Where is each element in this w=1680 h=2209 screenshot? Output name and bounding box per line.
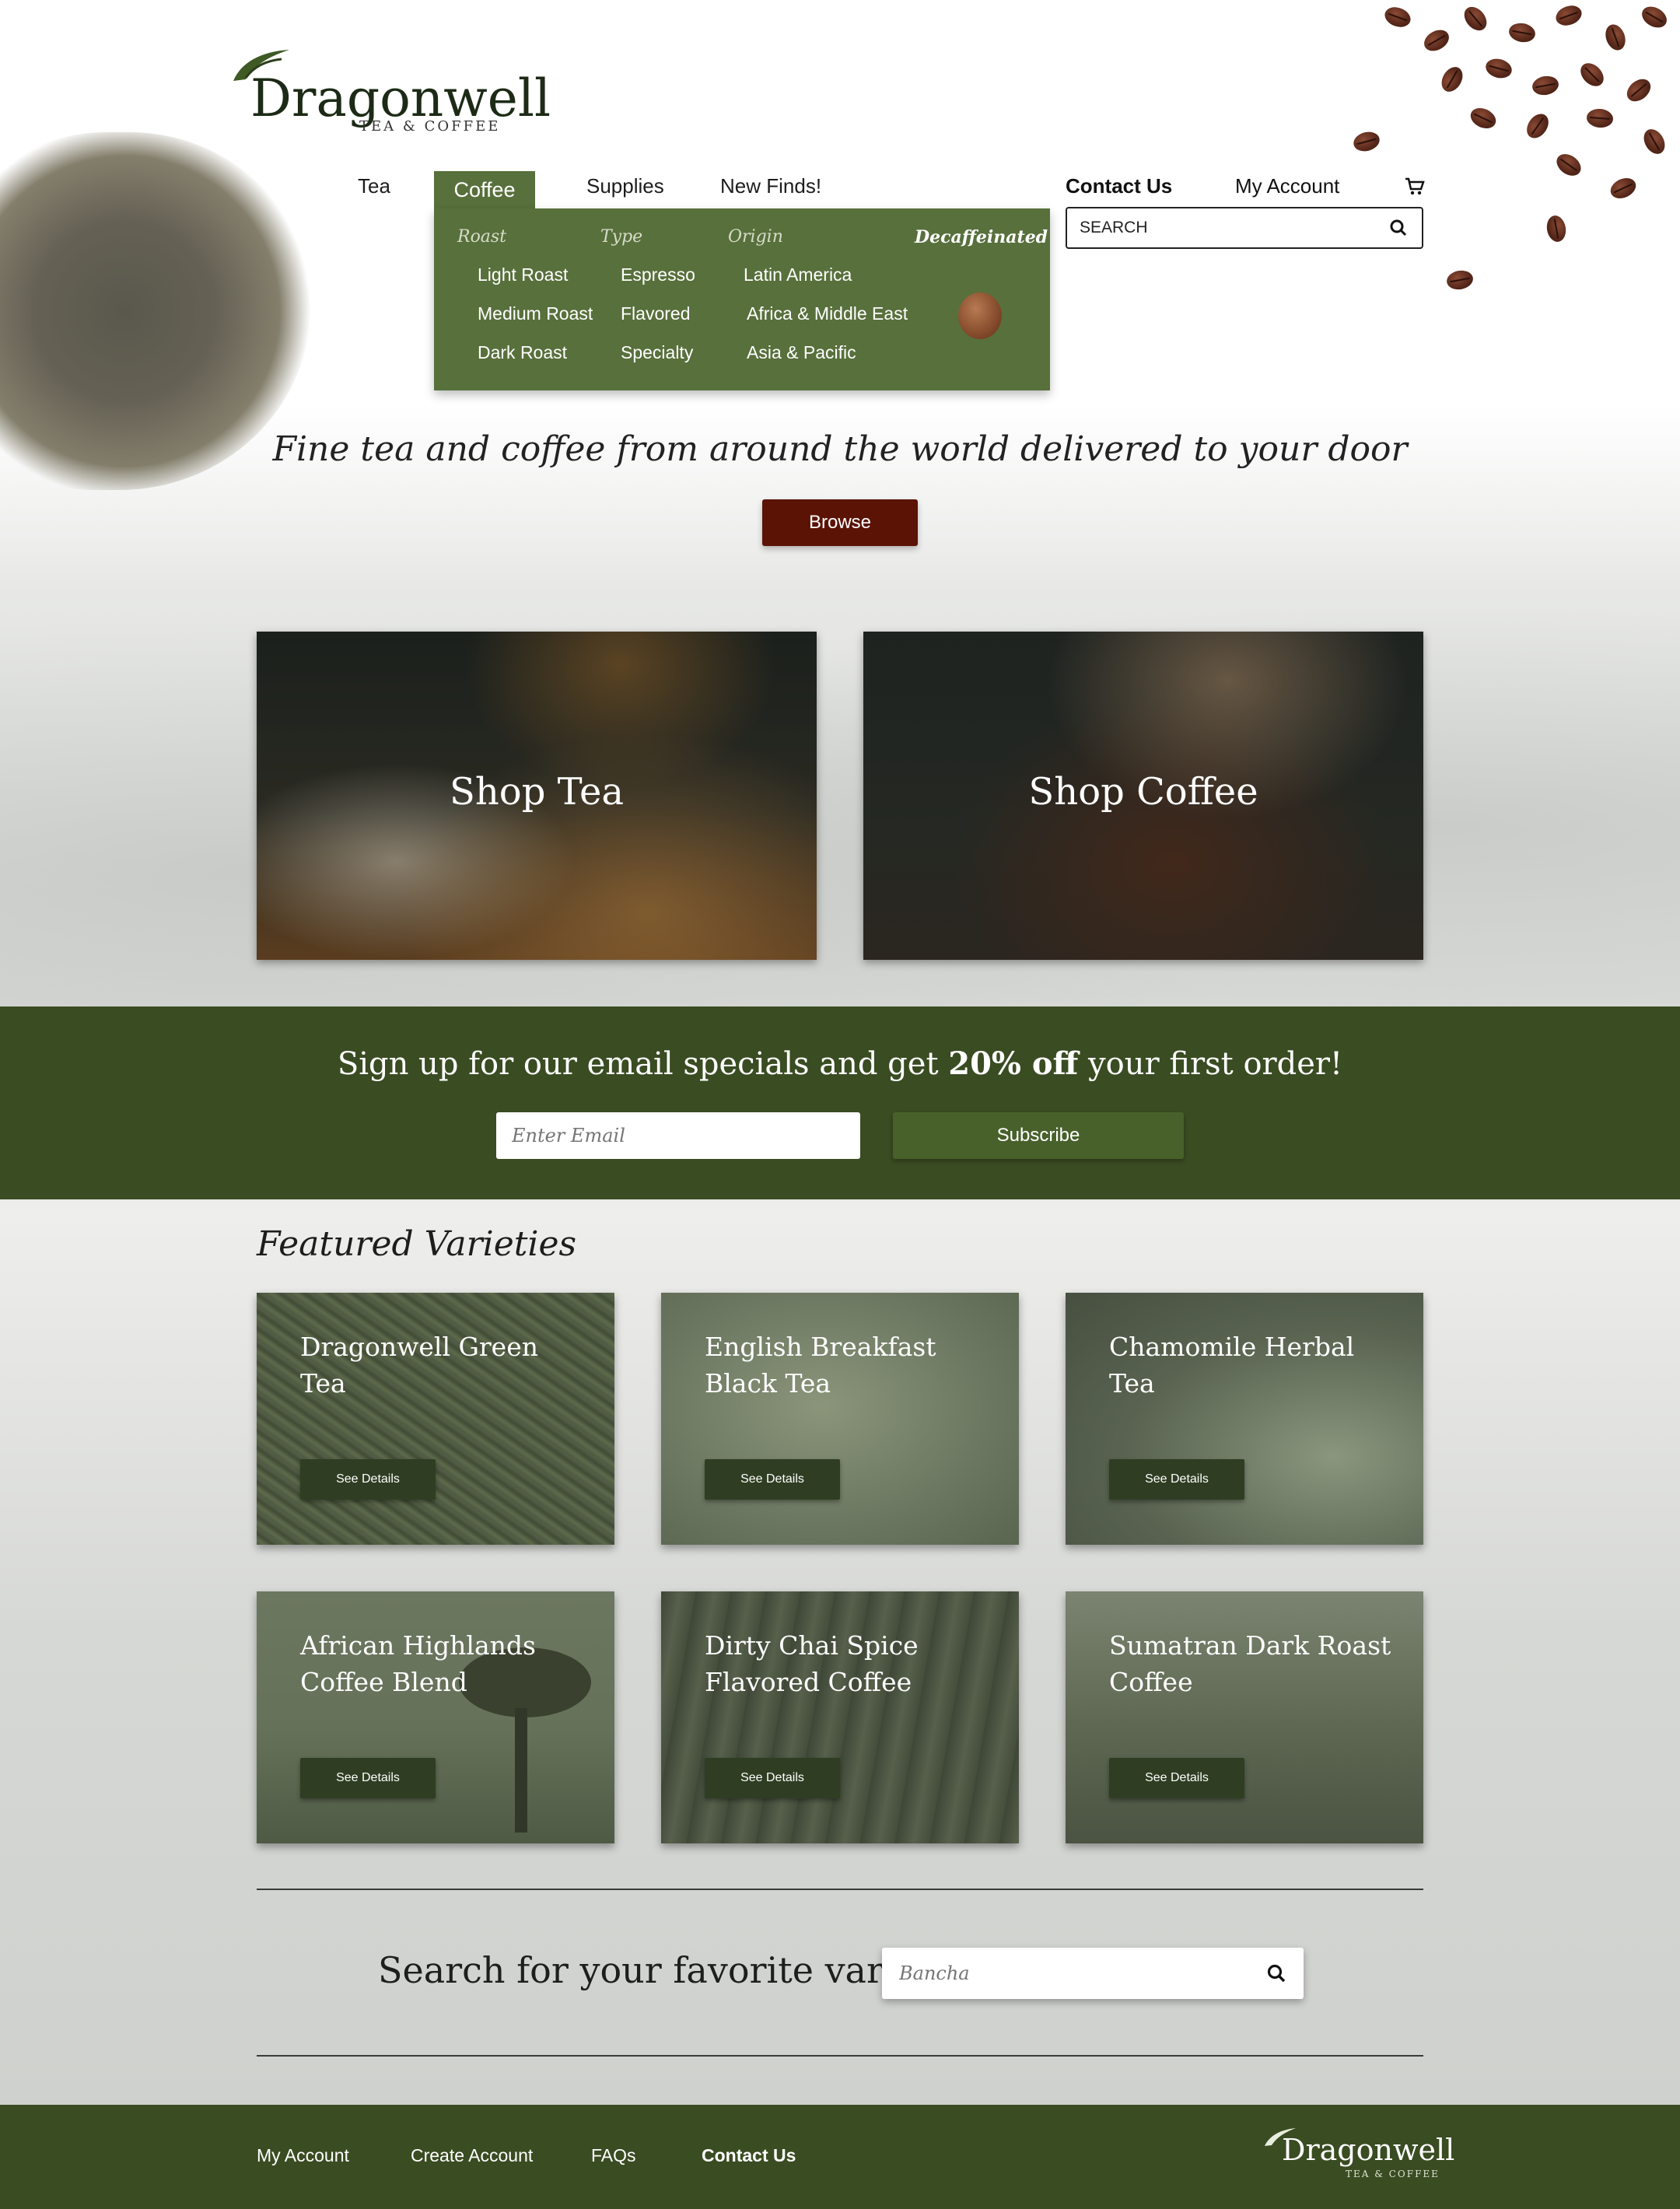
subscribe-button[interactable]: Subscribe [893,1112,1184,1159]
product-card-title: African Highlands Coffee Blend [300,1630,536,1697]
dropdown-heading-type: Type [600,227,643,247]
menu-item-africa-middle-east[interactable]: Africa & Middle East [747,303,908,324]
site-search-input[interactable] [1080,216,1375,240]
dropdown-heading-roast: Roast [457,227,507,247]
divider [257,1889,1423,1890]
product-card[interactable]: Dragonwell Green Tea See Details [257,1293,614,1545]
menu-item-asia-pacific[interactable]: Asia & Pacific [747,342,856,363]
product-card-title: Sumatran Dark Roast Coffee [1109,1630,1391,1697]
background-texture [0,544,1680,1011]
coffee-dropdown-menu: Roast Type Origin Decaffeinated Light Ro… [434,208,1050,390]
variety-search-input[interactable] [899,1960,1226,1987]
menu-item-medium-roast[interactable]: Medium Roast [478,303,593,324]
product-card-title: English Breakfast Black Tea [705,1332,936,1399]
footer-brand-tagline: TEA & COFFEE [1346,2169,1440,2179]
divider [257,2055,1423,2057]
product-card-title: Chamomile Herbal Tea [1109,1332,1355,1399]
product-card[interactable]: Dirty Chai Spice Flavored Coffee See Det… [661,1591,1019,1843]
email-signup-text: Sign up for our email specials and get 2… [0,1045,1680,1082]
nav-item-coffee[interactable]: Coffee [434,171,535,210]
search-icon[interactable] [1389,219,1408,237]
my-account-link[interactable]: My Account [1235,174,1339,198]
brand-tagline: TEA & COFFEE [359,118,501,135]
tree-trunk-image [515,1708,527,1833]
product-card[interactable]: English Breakfast Black Tea See Details [661,1293,1019,1545]
footer-brand-name[interactable]: Dragonwell [1282,2133,1454,2167]
footer-link-my-account[interactable]: My Account [257,2145,349,2166]
coffee-bean-image [1545,214,1568,243]
email-text-start: Sign up for our email specials and get [337,1046,949,1082]
product-card-title: Dirty Chai Spice Flavored Coffee [705,1630,919,1697]
brand-logo[interactable]: Dragonwell TEA & COFFEE [227,44,551,145]
menu-item-dark-roast[interactable]: Dark Roast [478,342,567,363]
menu-item-espresso[interactable]: Espresso [621,264,695,285]
site-footer: My Account Create Account FAQs Contact U… [0,2105,1680,2209]
footer-link-faqs[interactable]: FAQs [591,2145,636,2166]
dropdown-heading-origin: Origin [728,227,783,247]
nav-item-new-finds[interactable]: New Finds! [720,174,821,198]
browse-button[interactable]: Browse [762,499,918,546]
nav-item-supplies[interactable]: Supplies [586,174,664,198]
coffee-bean-image [1445,268,1475,292]
see-details-button[interactable]: See Details [705,1758,840,1798]
email-discount: 20% off [948,1045,1079,1082]
variety-search-label: Search for your favorite variety: [378,1949,963,1991]
menu-item-light-roast[interactable]: Light Roast [478,264,568,285]
contact-us-link[interactable]: Contact Us [1066,174,1172,198]
dropdown-link-decaffeinated[interactable]: Decaffeinated [915,227,1048,247]
footer-link-contact-us[interactable]: Contact Us [702,2145,796,2166]
menu-item-specialty[interactable]: Specialty [621,342,693,363]
cart-icon[interactable] [1405,177,1425,196]
product-card[interactable]: Sumatran Dark Roast Coffee See Details [1066,1591,1423,1843]
decaf-coffee-bean-image[interactable] [958,292,1002,339]
shop-coffee-tile[interactable]: Shop Coffee [863,632,1423,960]
menu-item-flavored[interactable]: Flavored [621,303,690,324]
hero-tagline: Fine tea and coffee from around the worl… [272,429,1408,469]
product-card-title: Dragonwell Green Tea [300,1332,538,1399]
featured-heading: Featured Varieties [257,1224,577,1264]
see-details-button[interactable]: See Details [300,1459,436,1500]
email-text-end: your first order! [1078,1046,1343,1082]
shop-tea-label: Shop Tea [450,770,624,814]
site-search-field[interactable] [1066,207,1423,249]
product-card[interactable]: African Highlands Coffee Blend See Detai… [257,1591,614,1843]
see-details-button[interactable]: See Details [705,1459,840,1500]
see-details-button[interactable]: See Details [300,1758,436,1798]
see-details-button[interactable]: See Details [1109,1758,1244,1798]
shop-tea-tile[interactable]: Shop Tea [257,632,817,960]
shop-coffee-label: Shop Coffee [1028,770,1258,814]
see-details-button[interactable]: See Details [1109,1459,1244,1500]
search-icon[interactable] [1266,1963,1286,1983]
menu-item-latin-america[interactable]: Latin America [744,264,852,285]
email-signup-section: Sign up for our email specials and get 2… [0,1006,1680,1199]
nav-item-tea[interactable]: Tea [358,174,390,198]
email-input[interactable] [496,1112,860,1159]
variety-search-field[interactable] [882,1948,1304,1999]
product-card[interactable]: Chamomile Herbal Tea See Details [1066,1293,1423,1545]
footer-link-create-account[interactable]: Create Account [411,2145,533,2166]
